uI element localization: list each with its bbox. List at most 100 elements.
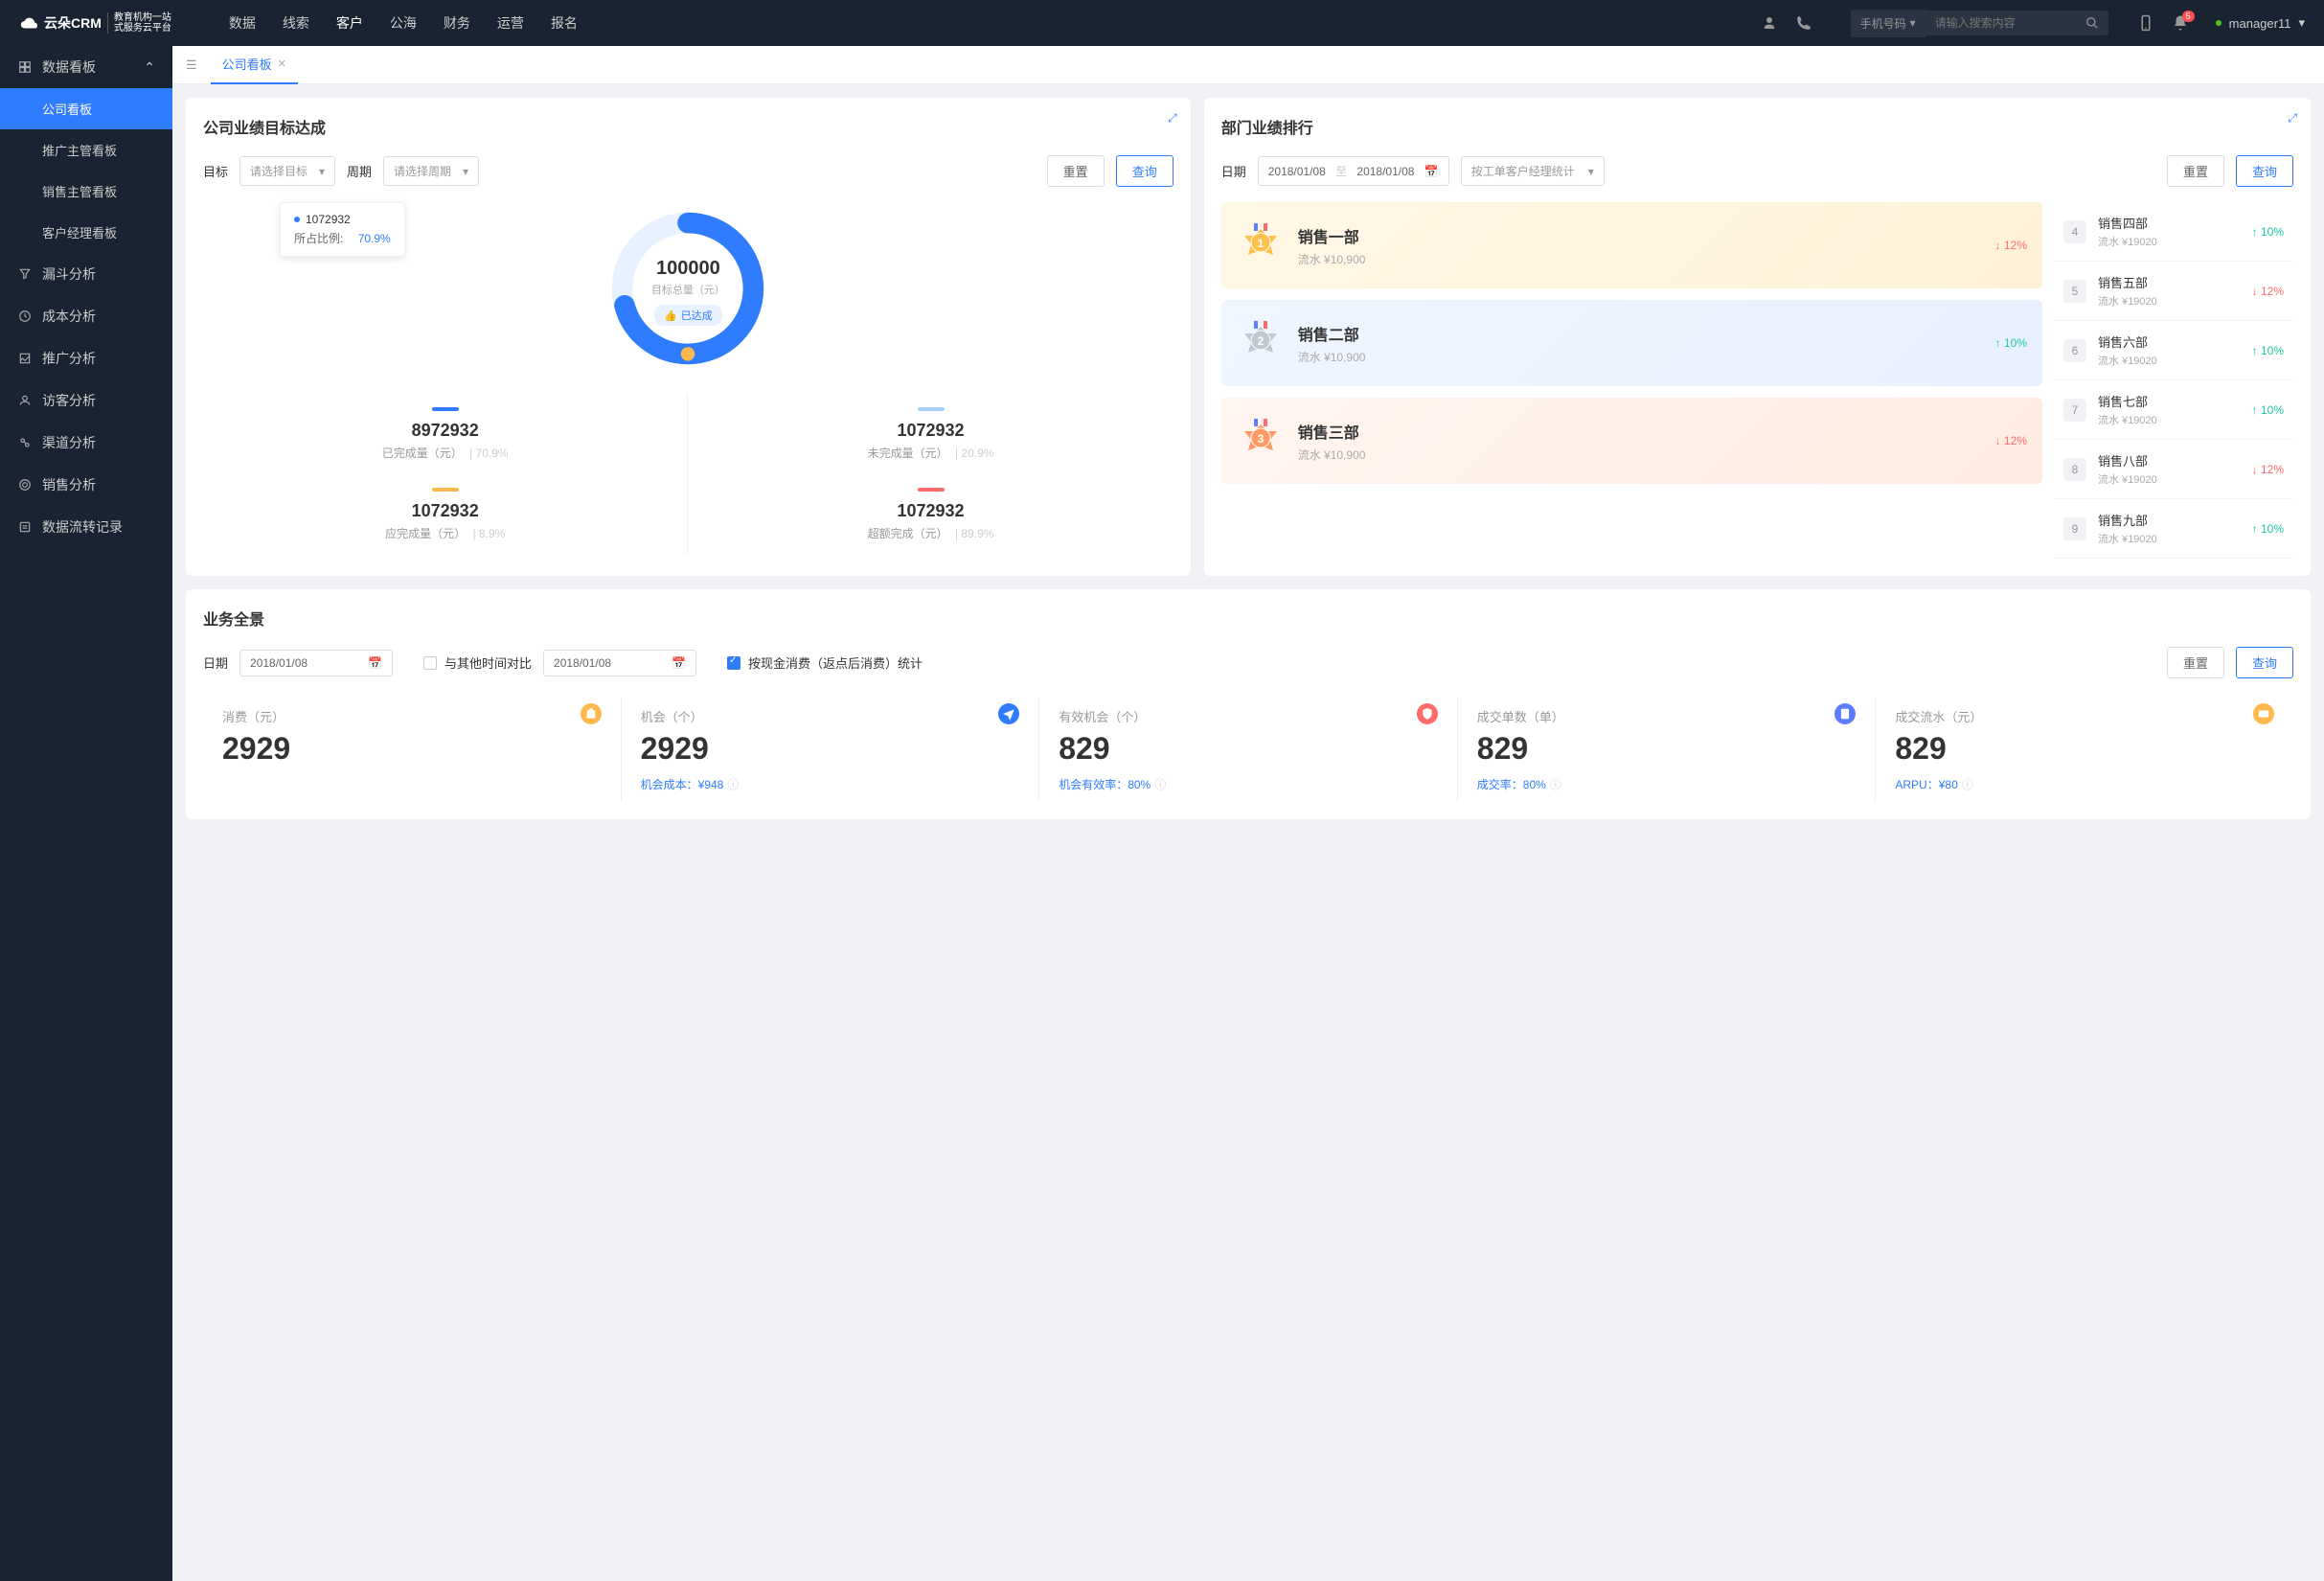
- biz-metric-card: 机会（个） 2929 机会成本：¥948 ⓘ: [622, 698, 1040, 802]
- biz-icon: [2253, 703, 2274, 724]
- rank-number: 8: [2063, 458, 2086, 481]
- topnav-item[interactable]: 线索: [283, 13, 309, 33]
- tabs-bar: ☰ 公司看板 ✕: [172, 46, 2324, 84]
- chart-tooltip: 1072932 所占比例: 70.9%: [280, 202, 405, 257]
- rank-name: 销售九部: [2098, 511, 2252, 529]
- metric-label: 未完成量（元） | 20.9%: [695, 445, 1165, 461]
- biz-icon: [581, 703, 602, 724]
- top-nav: 数据 线索 客户 公海 财务 运营 报名: [229, 13, 1742, 33]
- rank-sub: 流水 ¥10,900: [1298, 349, 1982, 365]
- tab-company-board[interactable]: 公司看板 ✕: [211, 46, 298, 84]
- rank-name: 销售五部: [2098, 273, 2252, 291]
- goal-label: 目标: [203, 162, 228, 180]
- rank-name: 销售四部: [2098, 214, 2252, 232]
- query-button[interactable]: 查询: [1116, 155, 1173, 187]
- rank-row: 6 销售六部 流水 ¥19020 ↑ 10%: [2054, 321, 2293, 380]
- metric-label: 已完成量（元） | 70.9%: [211, 445, 679, 461]
- date-input-2[interactable]: 2018/01/08📅: [543, 650, 696, 676]
- rank-sub: 流水 ¥19020: [2098, 353, 2252, 368]
- reset-button[interactable]: 重置: [2167, 647, 2224, 678]
- sidebar-item[interactable]: 销售分析: [0, 464, 172, 506]
- sidebar-item[interactable]: 漏斗分析: [0, 253, 172, 295]
- chevron-down-icon: ▾: [2298, 15, 2305, 31]
- sidebar-item[interactable]: 数据流转记录: [0, 506, 172, 548]
- rank-name: 销售一部: [1298, 224, 1982, 247]
- help-icon[interactable]: ⓘ: [1154, 776, 1166, 792]
- topnav-item[interactable]: 数据: [229, 13, 256, 33]
- close-icon[interactable]: ✕: [278, 57, 286, 70]
- hamburger-icon[interactable]: ☰: [182, 54, 201, 77]
- user-icon[interactable]: [1761, 14, 1778, 32]
- svg-text:3: 3: [1257, 432, 1264, 446]
- search-type-select[interactable]: 手机号码 ▾: [1851, 10, 1925, 37]
- goal-select[interactable]: 请选择目标▾: [239, 156, 335, 186]
- expand-icon[interactable]: ⤢: [1168, 111, 1177, 126]
- sidebar-item[interactable]: 成本分析: [0, 295, 172, 337]
- metric-bar: [432, 488, 459, 492]
- compare-checkbox[interactable]: 与其他时间对比: [423, 653, 532, 672]
- rank-delta: ↑ 10%: [2252, 403, 2284, 417]
- search-input[interactable]: [1925, 11, 2079, 35]
- sidebar-sub-item[interactable]: 销售主管看板: [0, 171, 172, 212]
- donut-sub: 目标总量（元）: [651, 282, 725, 297]
- rank-number: 7: [2063, 399, 2086, 422]
- notification-badge: 5: [2182, 11, 2195, 22]
- sidebar-header-dashboard[interactable]: 数据看板 ⌃: [0, 46, 172, 88]
- search-button[interactable]: [2076, 11, 2108, 35]
- reset-button[interactable]: 重置: [1047, 155, 1105, 187]
- topnav-item[interactable]: 客户: [336, 13, 363, 33]
- cash-checkbox[interactable]: 按现金消费（返点后消费）统计: [727, 653, 923, 672]
- sidebar: 数据看板 ⌃ 公司看板推广主管看板销售主管看板客户经理看板 漏斗分析成本分析推广…: [0, 46, 172, 1581]
- rank-name: 销售六部: [2098, 332, 2252, 351]
- metric-value: 1072932: [695, 501, 1165, 521]
- sidebar-item[interactable]: 推广分析: [0, 337, 172, 379]
- medal-icon: 2: [1237, 319, 1285, 367]
- sidebar-item[interactable]: 访客分析: [0, 379, 172, 422]
- period-select[interactable]: 请选择周期▾: [383, 156, 479, 186]
- topnav-item[interactable]: 运营: [497, 13, 524, 33]
- query-button[interactable]: 查询: [2236, 647, 2293, 678]
- rank-sub: 流水 ¥19020: [2098, 234, 2252, 249]
- card-title: 公司业绩目标达成: [203, 115, 1173, 138]
- dashboard-icon: [17, 59, 33, 75]
- topnav-item[interactable]: 财务: [444, 13, 470, 33]
- date-label: 日期: [203, 653, 228, 672]
- sidebar-sub-item[interactable]: 公司看板: [0, 88, 172, 129]
- sidebar-item[interactable]: 渠道分析: [0, 422, 172, 464]
- query-button[interactable]: 查询: [2236, 155, 2293, 187]
- phone-icon[interactable]: [1795, 14, 1812, 32]
- rank-sub: 流水 ¥10,900: [1298, 251, 1982, 267]
- card-title: 部门业绩排行: [1221, 115, 2293, 138]
- user-menu[interactable]: manager11 ▾: [2216, 15, 2305, 31]
- mobile-icon[interactable]: [2137, 14, 2154, 32]
- metric-label: 应完成量（元） | 8.9%: [211, 525, 679, 541]
- calendar-icon: 📅: [1424, 165, 1439, 178]
- topnav-item[interactable]: 公海: [390, 13, 417, 33]
- expand-icon[interactable]: ⤢: [2288, 111, 2297, 126]
- card-title: 业务全景: [203, 607, 2293, 630]
- achieved-badge: 👍已达成: [654, 305, 722, 326]
- rank-row: 4 销售四部 流水 ¥19020 ↑ 10%: [2054, 202, 2293, 262]
- notification-button[interactable]: 5: [2172, 14, 2189, 32]
- help-icon[interactable]: ⓘ: [727, 776, 739, 792]
- svg-text:2: 2: [1257, 334, 1264, 348]
- chevron-down-icon: ▾: [463, 165, 468, 178]
- sidebar-sub-item[interactable]: 客户经理看板: [0, 212, 172, 253]
- help-icon[interactable]: ⓘ: [1962, 776, 1973, 792]
- search-bar: 手机号码 ▾: [1851, 10, 2108, 37]
- menu-icon: [17, 435, 33, 450]
- rank-row: 7 销售七部 流水 ¥19020 ↑ 10%: [2054, 380, 2293, 440]
- sidebar-sub-item[interactable]: 推广主管看板: [0, 129, 172, 171]
- metric-item: 8972932 已完成量（元） | 70.9%: [203, 394, 688, 474]
- biz-label: 成交流水（元）: [1895, 707, 2274, 725]
- topnav-item[interactable]: 报名: [551, 13, 578, 33]
- help-icon[interactable]: ⓘ: [1550, 776, 1561, 792]
- period-label: 周期: [347, 162, 372, 180]
- date-range-input[interactable]: 2018/01/08 至 2018/01/08 📅: [1258, 156, 1449, 186]
- reset-button[interactable]: 重置: [2167, 155, 2224, 187]
- donut-total: 100000: [651, 258, 725, 280]
- date-input-1[interactable]: 2018/01/08📅: [239, 650, 393, 676]
- biz-metric-card: 成交单数（单） 829 成交率：80% ⓘ: [1458, 698, 1877, 802]
- top-bar: 云朵CRM 教育机构一站 式服务云平台 数据线索客户公海财务运营报名 手机号码 …: [0, 0, 2324, 46]
- mode-select[interactable]: 按工单客户经理统计▾: [1461, 156, 1605, 186]
